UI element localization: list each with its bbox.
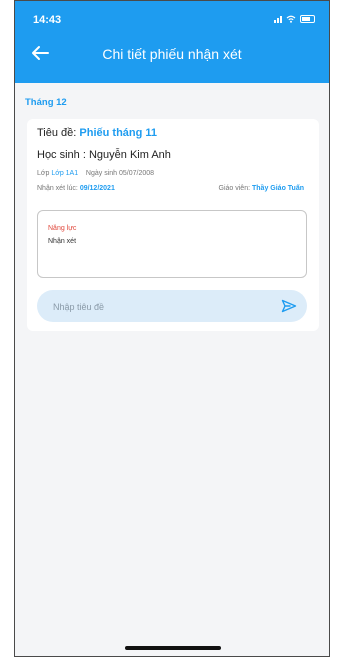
battery-icon — [300, 15, 315, 23]
wifi-icon — [286, 15, 296, 23]
phone-frame: 14:43 Chi tiết phiếu nhận xét Tháng 12 T… — [14, 0, 330, 657]
teacher-label: Giáo viên: — [218, 185, 251, 192]
send-icon[interactable] — [281, 299, 297, 313]
student-label: Học sinh : — [37, 149, 86, 161]
student-row: Học sinh : Nguyễn Kim Anh — [37, 149, 171, 161]
commented-at-value: 09/12/2021 — [79, 185, 115, 192]
signal-icon — [274, 15, 282, 23]
class-birth-row: Lớp Lớp 1A1 Ngày sinh 05/07/2008 — [37, 170, 154, 177]
birth-label: Ngày sinh — [85, 170, 118, 177]
sheet-title-label: Tiêu đề: — [37, 127, 77, 139]
commented-at-label: Nhận xét lúc: — [37, 185, 78, 192]
teacher-info: Giáo viên: Thầy Giáo Tuấn — [219, 185, 304, 192]
student-name: Nguyễn Kim Anh — [88, 149, 171, 161]
sheet-title-value: Phiếu tháng 11 — [79, 127, 158, 139]
home-indicator — [125, 646, 221, 650]
status-bar: 14:43 — [33, 14, 315, 28]
comment-sheet-card: Tiêu đề: Phiếu tháng 11 Học sinh : Nguyễ… — [27, 119, 319, 331]
class-value: Lớp 1A1 — [51, 170, 79, 177]
title-input[interactable] — [51, 290, 275, 324]
month-section-label: Tháng 12 — [25, 97, 67, 108]
title-input-bar — [37, 290, 307, 324]
comment-text: Nhận xét — [48, 238, 77, 245]
app-header: 14:43 Chi tiết phiếu nhận xét — [15, 1, 329, 83]
comment-box: Năng lực Nhận xét — [37, 210, 307, 278]
class-label: Lớp — [37, 170, 50, 177]
comment-category: Năng lực — [48, 225, 77, 232]
birth-value: 05/07/2008 — [119, 170, 155, 177]
sheet-title-row: Tiêu đề: Phiếu tháng 11 — [37, 127, 157, 139]
status-time: 14:43 — [33, 14, 62, 26]
teacher-value: Thầy Giáo Tuấn — [252, 185, 304, 192]
comment-meta-row: Nhận xét lúc: 09/12/2021 Giáo viên: Thầy… — [37, 185, 312, 192]
page-title: Chi tiết phiếu nhận xét — [102, 46, 242, 62]
status-icons — [274, 15, 315, 23]
